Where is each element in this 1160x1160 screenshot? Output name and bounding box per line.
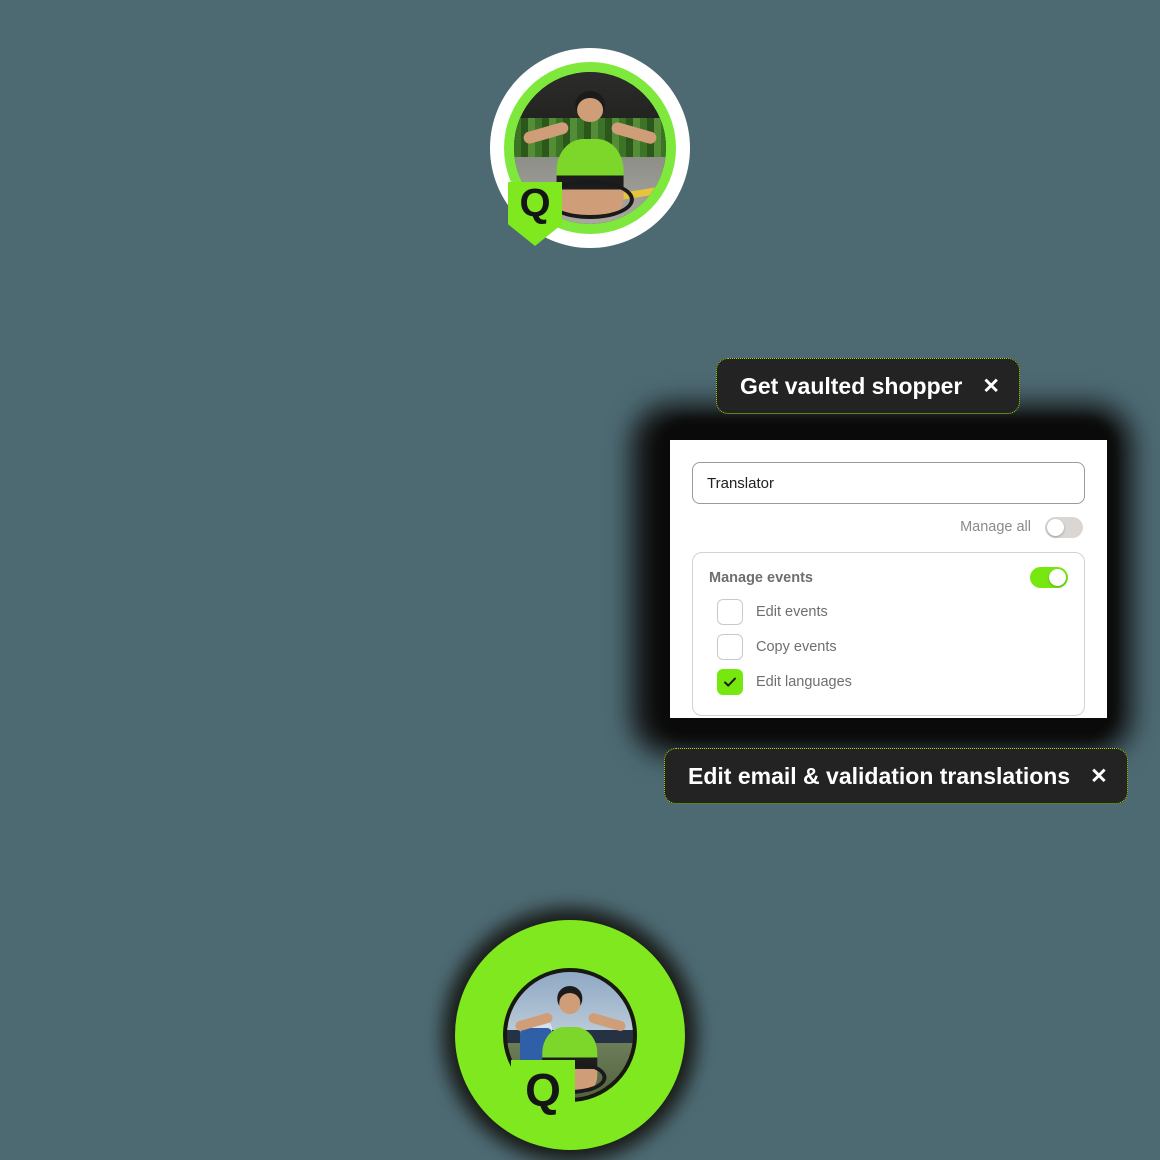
manage-events-title: Manage events — [709, 569, 813, 586]
close-icon[interactable]: ✕ — [982, 376, 1000, 397]
profile-avatar-top[interactable]: Q — [490, 48, 690, 248]
profile-avatar-bottom[interactable]: Q — [443, 908, 697, 1160]
manage-all-row: Manage all — [692, 504, 1085, 550]
q-badge-letter-bottom: Q — [525, 1064, 561, 1116]
close-icon[interactable]: ✕ — [1090, 766, 1108, 787]
permissions-card: Translator Manage all Manage events Edit… — [670, 440, 1107, 718]
permission-label: Edit languages — [756, 673, 852, 690]
permission-row-copy-events[interactable]: Copy events — [709, 629, 1068, 664]
manage-all-toggle[interactable] — [1045, 516, 1083, 538]
permission-label: Edit events — [756, 603, 828, 620]
toggle-knob — [1049, 569, 1066, 586]
manage-events-panel: Manage events Edit events Copy events Ed… — [692, 552, 1085, 716]
manage-events-toggle[interactable] — [1030, 567, 1068, 588]
checkbox-edit-languages[interactable] — [717, 668, 743, 695]
checkbox-copy-events[interactable] — [717, 633, 743, 660]
role-search-input[interactable]: Translator — [692, 462, 1085, 504]
manage-events-header: Manage events — [709, 567, 1068, 588]
manage-all-label: Manage all — [960, 519, 1031, 535]
tooltip-label: Edit email & validation translations — [688, 762, 1071, 789]
permission-row-edit-languages[interactable]: Edit languages — [709, 664, 1068, 699]
permission-row-edit-events[interactable]: Edit events — [709, 594, 1068, 629]
check-icon — [724, 677, 736, 687]
q-badge-bottom: Q — [511, 1060, 575, 1120]
tooltip-label: Get vaulted shopper — [740, 372, 963, 399]
q-badge-letter-top: Q — [519, 181, 551, 225]
permissions-modal-group: Translator Manage all Manage events Edit… — [612, 352, 1132, 804]
toggle-knob — [1047, 518, 1064, 536]
permission-label: Copy events — [756, 638, 837, 655]
checkbox-edit-events[interactable] — [717, 598, 743, 625]
tooltip-get-vaulted-shopper[interactable]: Get vaulted shopper ✕ — [716, 358, 1020, 414]
tooltip-edit-translations[interactable]: Edit email & validation translations ✕ — [664, 748, 1128, 804]
